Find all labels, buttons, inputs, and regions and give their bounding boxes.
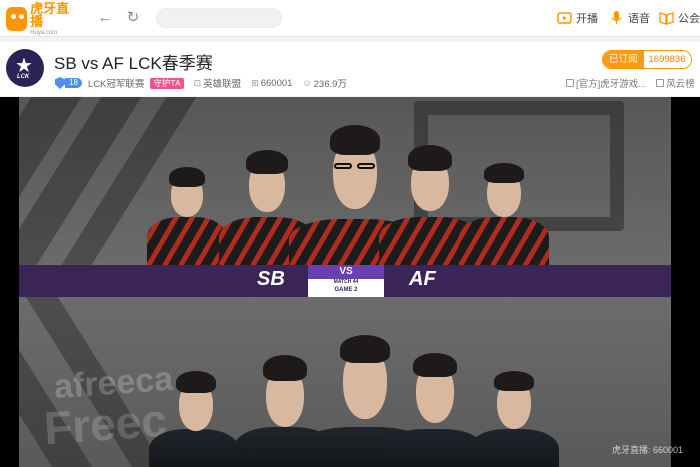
guild-label: 公会 — [678, 13, 700, 25]
guard-badge[interactable]: 守护TA — [150, 77, 184, 89]
vs-box: VS MATCH 44 GAME 2 — [308, 265, 384, 297]
level-number: 18 — [65, 78, 82, 88]
room-title: SB vs AF LCK春季赛 — [54, 54, 213, 73]
microphone-icon — [611, 11, 622, 24]
video-frame[interactable]: SB VS MATCH 44 GAME 2 AF afreeca Freec — [19, 97, 671, 467]
team-left-name: SB — [257, 268, 285, 290]
guild-icon — [659, 12, 674, 25]
ranking-icon — [656, 79, 665, 87]
category-label: 英雄联盟 — [203, 79, 242, 90]
huya-logo-icon — [6, 7, 28, 31]
host-name[interactable]: LCK冠军联赛 — [88, 76, 144, 90]
people-icon: ☺ — [302, 78, 312, 88]
logo-text: 虎牙直播 — [30, 1, 70, 29]
match-number: MATCH 44 — [333, 279, 359, 285]
game-number: GAME 2 — [334, 287, 358, 293]
room-links: [官方]虎牙游戏... 风云榜 — [566, 76, 695, 90]
back-arrow-icon[interactable]: ← — [96, 9, 114, 27]
subscribe-label: 已订阅 — [603, 51, 644, 68]
official-icon — [566, 79, 574, 87]
game-controller-icon: ⊡ — [193, 77, 202, 88]
voice-button[interactable]: 语音 — [609, 10, 650, 26]
shield-icon — [55, 77, 65, 89]
top-navigation-bar: 虎牙直播 Huya.com ← ↻ 开播 语音 公会 — [0, 0, 700, 37]
official-link[interactable]: [官方]虎牙游戏... — [566, 76, 646, 90]
avatar-lck-text: LCK — [17, 74, 30, 80]
room-icon: ⊞ — [251, 77, 259, 88]
huya-logo[interactable]: 虎牙直播 Huya.com — [6, 2, 76, 36]
room-meta: 18 LCK冠军联赛 守护TA ⊡ 英雄联盟 ⊞ 660001 ☺ 236.9万 — [55, 76, 347, 90]
viewer-count: ☺ 236.9万 — [302, 76, 346, 90]
viewer-count-value: 236.9万 — [313, 79, 347, 90]
broadcast-icon — [557, 12, 572, 24]
start-broadcast-label: 开播 — [576, 13, 598, 25]
room-id: ⊞ 660001 — [251, 78, 292, 89]
start-broadcast-button[interactable]: 开播 — [557, 10, 598, 26]
subscribe-button[interactable]: 已订阅 1699836 — [602, 50, 692, 69]
vs-label: VS — [308, 265, 384, 279]
match-banner: SB VS MATCH 44 GAME 2 AF — [19, 265, 671, 297]
streamer-avatar[interactable]: ★ LCK — [6, 49, 44, 87]
ranking-link[interactable]: 风云榜 — [656, 76, 695, 90]
video-player[interactable]: SB VS MATCH 44 GAME 2 AF afreeca Freec — [0, 97, 700, 467]
room-watermark: 虎牙直播: 660001 — [612, 445, 684, 455]
refresh-icon[interactable]: ↻ — [124, 9, 142, 27]
search-input[interactable] — [157, 10, 281, 28]
search-box[interactable] — [156, 8, 282, 28]
voice-label: 语音 — [628, 13, 650, 25]
subscriber-count: 1699836 — [643, 51, 691, 68]
team-right-name: AF — [409, 268, 436, 290]
category-link[interactable]: ⊡ 英雄联盟 — [193, 76, 242, 91]
guild-button[interactable]: 公会 — [659, 10, 700, 26]
room-id-value: 660001 — [260, 77, 293, 89]
logo-domain: Huya.com — [30, 30, 58, 36]
level-badge: 18 — [55, 77, 82, 89]
